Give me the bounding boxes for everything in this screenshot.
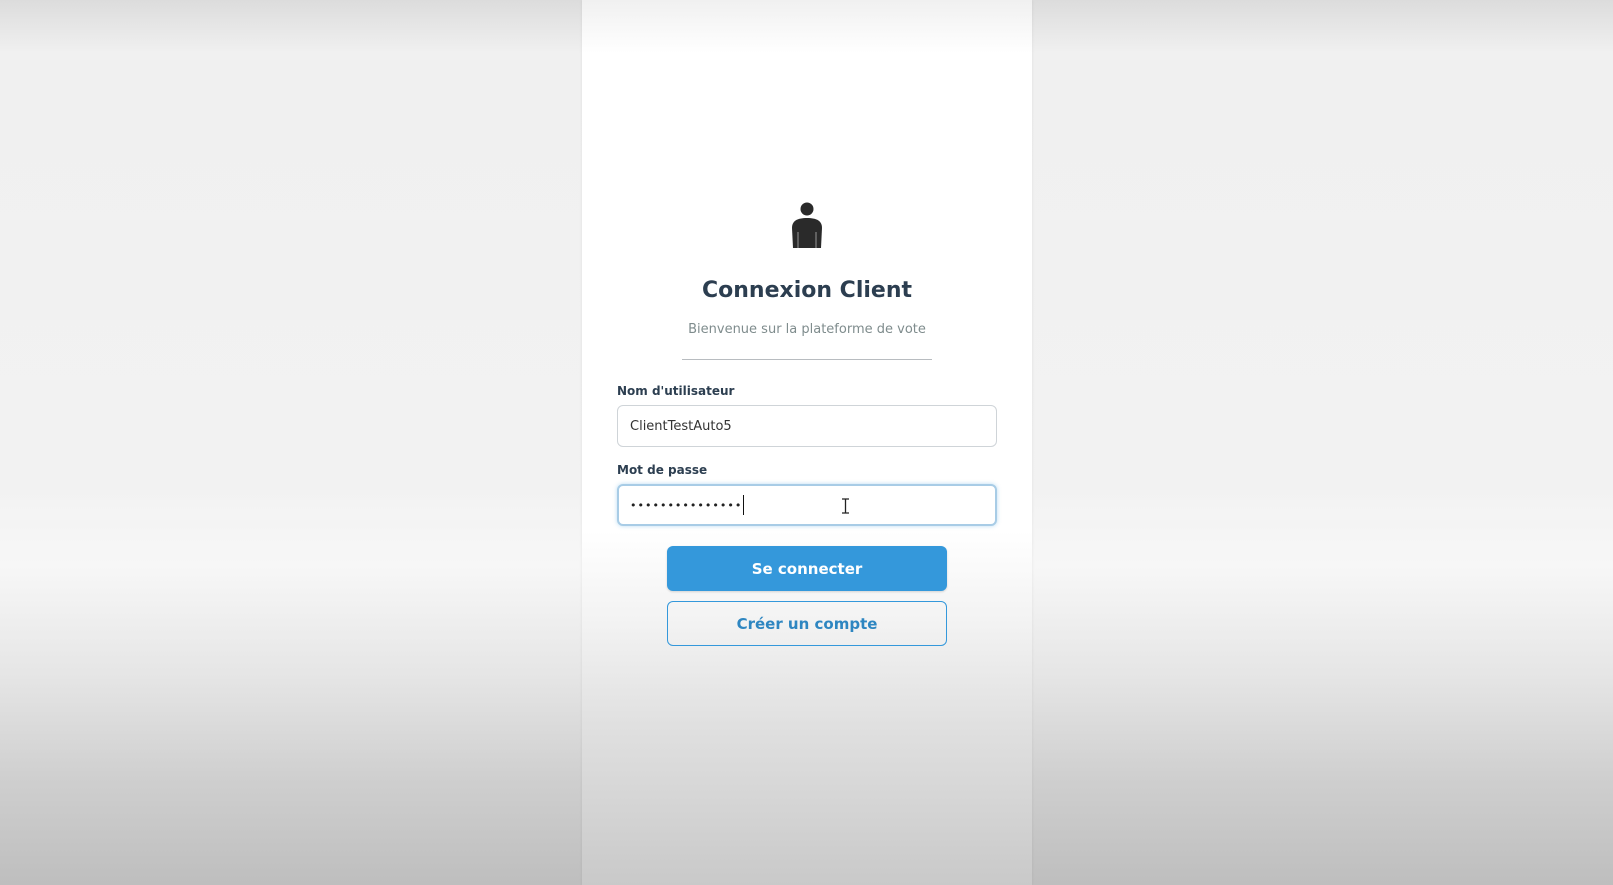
text-cursor-icon	[842, 498, 849, 514]
username-value: ClientTestAuto5	[630, 418, 732, 434]
text-caret	[743, 495, 745, 515]
password-label: Mot de passe	[617, 463, 708, 477]
login-panel: Connexion Client Bienvenue sur la platef…	[582, 0, 1032, 885]
page-subtitle: Bienvenue sur la plateforme de vote	[688, 322, 926, 337]
username-label: Nom d'utilisateur	[617, 384, 735, 398]
user-icon	[792, 202, 822, 248]
password-value: •••••••••••••••	[630, 498, 743, 512]
create-account-button[interactable]: Créer un compte	[667, 601, 947, 646]
divider	[682, 359, 932, 360]
username-input[interactable]: ClientTestAuto5	[617, 405, 997, 447]
password-input[interactable]: •••••••••••••••	[617, 484, 997, 526]
page-title: Connexion Client	[702, 278, 912, 303]
login-button[interactable]: Se connecter	[667, 546, 947, 591]
